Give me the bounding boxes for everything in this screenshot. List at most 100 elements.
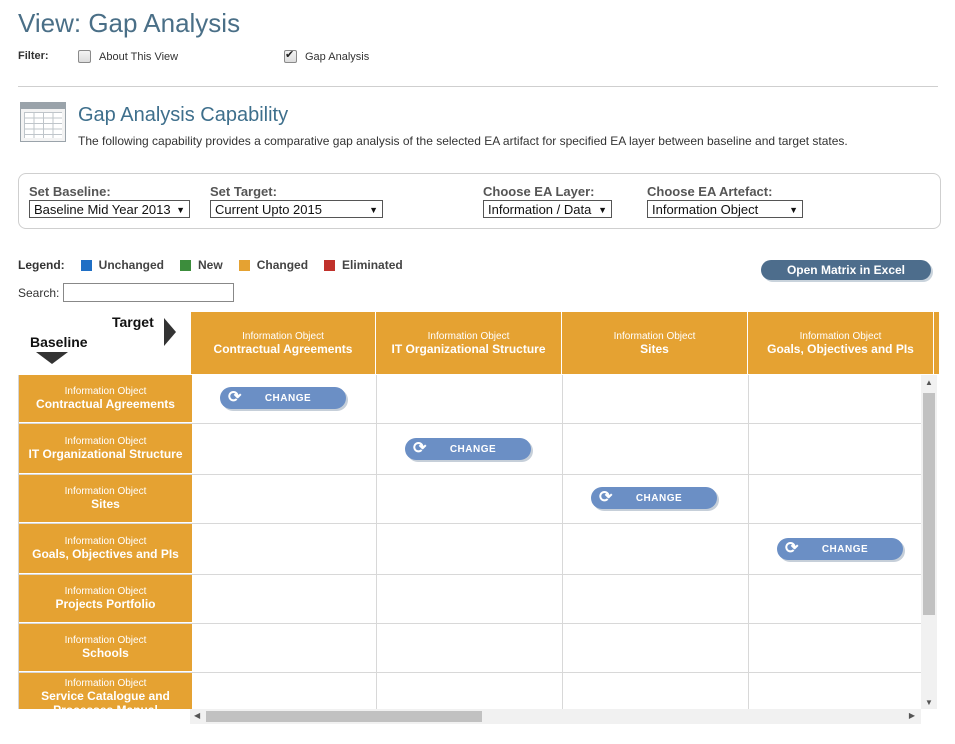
vertical-scroll-thumb[interactable] xyxy=(923,393,935,615)
baseline-dropdown[interactable]: Baseline Mid Year 2013 ▼ xyxy=(29,200,190,218)
filter-option-label: Gap Analysis xyxy=(305,50,370,63)
matrix-corner: Target Baseline xyxy=(18,312,190,374)
scroll-down-icon[interactable]: ▼ xyxy=(921,698,937,707)
checkbox-about-this-view[interactable] xyxy=(78,50,91,63)
layer-value: Information / Data xyxy=(488,202,592,217)
matrix-cell xyxy=(563,375,749,423)
matrix-cell xyxy=(749,575,922,623)
row-header: Information Object Service Catalogue and … xyxy=(19,673,192,709)
change-button[interactable]: ⟳ CHANGE xyxy=(220,387,346,409)
refresh-icon: ⟳ xyxy=(599,489,613,506)
change-label: CHANGE xyxy=(264,392,312,404)
matrix-cell xyxy=(192,624,377,672)
matrix-row: Information Object IT Organizational Stru… xyxy=(19,424,922,475)
artefact-value: Information Object xyxy=(652,202,759,217)
row-name: Projects Portfolio xyxy=(55,597,156,611)
row-name: Contractual Agreements xyxy=(36,397,175,411)
change-label: CHANGE xyxy=(449,443,497,455)
search-input[interactable] xyxy=(63,283,235,302)
filter-gap-analysis[interactable]: Gap Analysis xyxy=(284,48,370,63)
column-type: Information Object xyxy=(613,330,696,342)
row-name: Sites xyxy=(91,497,120,511)
change-button[interactable]: ⟳ CHANGE xyxy=(591,487,717,509)
column-header: Information Object Sites xyxy=(562,312,748,374)
vertical-scrollbar[interactable]: ▲ ▼ xyxy=(921,375,937,709)
triangle-down-icon: ▼ xyxy=(789,205,798,215)
matrix-row: Information Object Projects Portfolio xyxy=(19,575,922,624)
change-label: CHANGE xyxy=(635,492,683,504)
matrix-cell xyxy=(377,375,563,423)
matrix-cell xyxy=(749,475,922,523)
matrix-cell xyxy=(563,673,749,709)
open-matrix-excel-button[interactable]: Open Matrix in Excel xyxy=(761,260,931,280)
refresh-icon: ⟳ xyxy=(785,540,799,557)
row-type: Information Object xyxy=(64,486,147,497)
matrix-row: Information Object Goals, Objectives and … xyxy=(19,524,922,575)
scroll-right-icon[interactable]: ▶ xyxy=(909,711,915,720)
row-type: Information Object xyxy=(64,586,147,597)
divider xyxy=(18,86,938,87)
target-axis-label: Target xyxy=(112,314,154,330)
baseline-label: Set Baseline: xyxy=(29,184,111,199)
column-name: Sites xyxy=(640,341,669,356)
column-type: Information Object xyxy=(799,330,882,342)
column-name: Goals, Objectives and PIs xyxy=(767,341,914,356)
row-header: Information Object Schools xyxy=(19,624,192,672)
matrix-row: Information Object Service Catalogue and … xyxy=(19,673,922,709)
row-type: Information Object xyxy=(64,536,147,547)
row-header: Information Object Sites xyxy=(19,475,192,523)
arrow-down-icon xyxy=(36,352,68,364)
matrix-cell xyxy=(377,475,563,523)
checkbox-gap-analysis[interactable] xyxy=(284,48,297,63)
matrix-cell xyxy=(563,624,749,672)
row-type: Information Object xyxy=(64,436,147,447)
layer-selector: Choose EA Layer: Information / Data ▼ xyxy=(483,184,612,218)
matrix-cell xyxy=(563,524,749,574)
horizontal-scrollbar[interactable]: ◀ ▶ xyxy=(190,709,921,724)
legend-item-label: Changed xyxy=(256,258,309,272)
legend-item-changed: Changed xyxy=(238,258,309,272)
baseline-value: Baseline Mid Year 2013 xyxy=(34,202,171,217)
change-button[interactable]: ⟳ CHANGE xyxy=(405,438,531,460)
column-header: Information Object Contractual Agreement… xyxy=(191,312,376,374)
filter-about-this-view[interactable]: About This View xyxy=(78,50,178,63)
column-header-partial xyxy=(934,312,939,374)
filter-option-label: About This View xyxy=(99,50,179,63)
gap-matrix[interactable]: Information Object Contractual Agreements… xyxy=(18,375,922,709)
row-name: Schools xyxy=(82,646,129,660)
page-title: View: Gap Analysis xyxy=(18,8,241,38)
matrix-cell xyxy=(749,624,922,672)
table-icon xyxy=(20,102,66,142)
row-header: Information Object Contractual Agreements xyxy=(19,375,192,423)
capability-description: The following capability provides a comp… xyxy=(78,134,848,148)
triangle-down-icon: ▼ xyxy=(176,205,185,215)
matrix-row: Information Object Contractual Agreements… xyxy=(19,375,922,424)
legend-item-label: Unchanged xyxy=(98,258,165,272)
matrix-cell: ⟳ CHANGE xyxy=(563,475,749,523)
refresh-icon: ⟳ xyxy=(413,440,427,457)
scroll-left-icon[interactable]: ◀ xyxy=(194,711,200,720)
matrix-cell xyxy=(377,524,563,574)
legend-swatch xyxy=(238,259,250,271)
capability-title: Gap Analysis Capability xyxy=(78,104,289,126)
layer-dropdown[interactable]: Information / Data ▼ xyxy=(483,200,612,218)
matrix-cell: ⟳ CHANGE xyxy=(749,524,922,574)
column-type: Information Object xyxy=(242,330,324,342)
column-name: IT Organizational Structure xyxy=(391,341,546,356)
matrix-cell xyxy=(749,673,922,709)
change-button[interactable]: ⟳ CHANGE xyxy=(777,538,903,560)
triangle-down-icon: ▼ xyxy=(369,205,378,215)
matrix-row: Information Object Sites ⟳ CHANGE xyxy=(19,475,922,524)
artefact-selector: Choose EA Artefact: Information Object ▼ xyxy=(647,184,803,218)
target-dropdown[interactable]: Current Upto 2015 ▼ xyxy=(210,200,383,218)
horizontal-scroll-thumb[interactable] xyxy=(206,711,482,722)
matrix-cell: ⟳ CHANGE xyxy=(377,424,563,474)
row-name: IT Organizational Structure xyxy=(28,447,183,461)
artefact-dropdown[interactable]: Information Object ▼ xyxy=(647,200,803,218)
scroll-up-icon[interactable]: ▲ xyxy=(921,378,937,387)
matrix-row: Information Object Schools xyxy=(19,624,922,673)
matrix-cell: ⟳ CHANGE xyxy=(192,375,377,423)
row-type: Information Object xyxy=(64,386,147,397)
legend: Legend: Unchanged New Changed Eliminated xyxy=(18,258,419,272)
matrix-cell xyxy=(563,424,749,474)
